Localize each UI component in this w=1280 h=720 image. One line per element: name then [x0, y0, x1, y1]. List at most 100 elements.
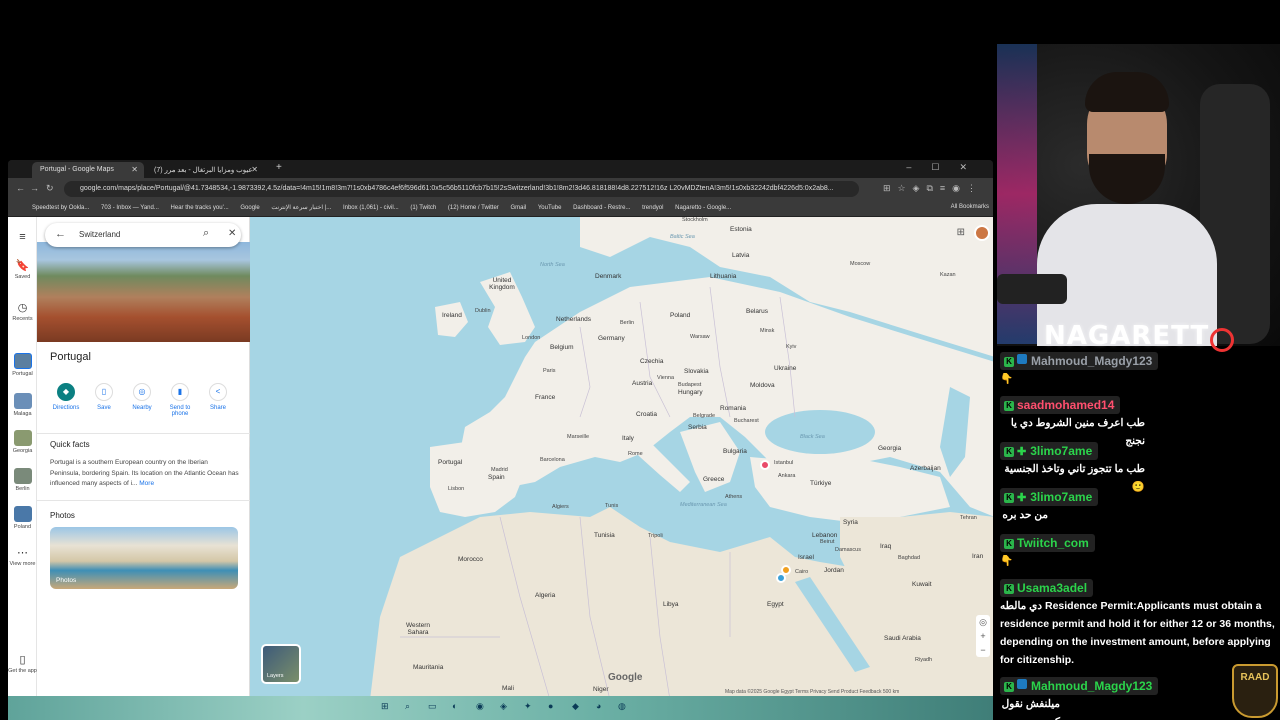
- action-label: Directions: [52, 405, 80, 411]
- menu-button[interactable]: ≡: [8, 231, 37, 245]
- place-thumb: [13, 506, 32, 522]
- app-icon[interactable]: ◈: [500, 701, 507, 712]
- rail-poland[interactable]: Poland: [8, 506, 37, 530]
- saved-place-pin[interactable]: [760, 460, 770, 470]
- rail-saved[interactable]: 🔖 Saved: [8, 259, 37, 280]
- saved-place-pin[interactable]: [776, 573, 786, 583]
- tab-google-maps[interactable]: Portugal - Google Maps ✕: [32, 162, 144, 178]
- map-label-country: Denmark: [595, 273, 622, 280]
- zoom-controls[interactable]: ◎ + −: [976, 615, 990, 657]
- more-link[interactable]: More: [139, 480, 154, 487]
- map-canvas[interactable]: Estonia Latvia Lithuania Denmark United …: [250, 217, 993, 700]
- map-label-country: France: [535, 394, 556, 401]
- search-input[interactable]: Switzerland: [79, 230, 120, 239]
- map-label-city: Kyiv: [786, 344, 797, 350]
- kick-badge-icon: K: [1004, 539, 1014, 549]
- reload-icon[interactable]: ↻: [46, 183, 54, 194]
- close-icon[interactable]: ✕: [228, 228, 236, 239]
- rail-label: Saved: [14, 274, 31, 280]
- chrome-icon[interactable]: ◉: [476, 701, 484, 712]
- map-label-country: Ireland: [442, 312, 462, 319]
- chat-username: K Twiitch_com: [1000, 534, 1095, 552]
- forward-icon[interactable]: →: [30, 183, 39, 193]
- place-hero-image[interactable]: [37, 242, 250, 342]
- bookmark-item[interactable]: Speedtest by Ookla...: [32, 205, 89, 211]
- close-tab-icon[interactable]: ✕: [131, 165, 138, 174]
- apps-grid-icon[interactable]: ⊞: [957, 227, 965, 238]
- rail-portugal[interactable]: Portugal: [8, 353, 37, 377]
- chat-username: K Mahmoud_Magdy123: [1000, 677, 1159, 695]
- map-label-country: Tunisia: [594, 532, 615, 539]
- bookmark-item[interactable]: YouTube: [538, 205, 562, 211]
- bookmark-item[interactable]: Inbox (1,061) - civil...: [343, 205, 399, 211]
- tab-youtube[interactable]: (7) عيوب ومزايا البرتغال - بعد مرر ✕: [146, 162, 264, 178]
- rail-recents[interactable]: ◷ Recents: [8, 301, 37, 322]
- back-icon[interactable]: ←: [16, 183, 25, 193]
- new-tab-icon[interactable]: +: [276, 162, 282, 173]
- username-text: Mahmoud_Magdy123: [1031, 354, 1153, 368]
- my-location-icon[interactable]: ◎: [979, 617, 987, 627]
- account-avatar[interactable]: [974, 225, 990, 241]
- bookmark-item[interactable]: Hear the tracks you'...: [171, 205, 229, 211]
- bookmark-item[interactable]: trendyol: [642, 205, 663, 211]
- rail-view-more[interactable]: ⋯ View more: [8, 546, 37, 567]
- layers-button[interactable]: Layers: [261, 644, 301, 684]
- map-label-country: Egypt: [767, 601, 784, 608]
- chat-username: K ✚ 3limo7ame: [1000, 488, 1099, 506]
- sub-badge-icon: [1017, 679, 1027, 689]
- search-icon[interactable]: ⌕: [405, 701, 410, 712]
- bookmark-item[interactable]: (1) Twitch: [410, 205, 436, 211]
- send-to-phone-button[interactable]: ▮ Send to phone: [161, 383, 199, 417]
- all-bookmarks[interactable]: All Bookmarks: [951, 204, 989, 210]
- close-tab-icon[interactable]: ✕: [251, 165, 258, 174]
- zoom-in-icon[interactable]: +: [980, 631, 985, 641]
- rail-label: Malaga: [13, 411, 32, 417]
- map-label-country: Türkiye: [810, 480, 832, 487]
- google-logo: Google: [608, 672, 643, 683]
- rail-malaga[interactable]: Malaga: [8, 393, 37, 417]
- rail-berlin[interactable]: Berlin: [8, 468, 37, 492]
- map-label-sea: North Sea: [540, 262, 565, 268]
- bookmark-item[interactable]: Nagaretto - Google...: [675, 205, 731, 211]
- search-box[interactable]: ← Switzerland ⌕ ✕: [45, 223, 241, 247]
- app-icon[interactable]: ◆: [572, 701, 579, 712]
- kick-badge-icon: K: [1004, 401, 1014, 411]
- app-icon[interactable]: ✦: [524, 701, 532, 712]
- sub-badge-icon: [1017, 354, 1027, 364]
- search-icon[interactable]: ⌕: [203, 227, 209, 240]
- bookmark-item[interactable]: اختبار سرعة الإنترنت |...: [271, 204, 331, 211]
- bookmark-item[interactable]: (12) Home / Twitter: [448, 205, 499, 211]
- edge-icon[interactable]: ◐: [452, 701, 457, 711]
- nearby-button[interactable]: ◎ Nearby: [123, 383, 161, 411]
- rail-label: View more: [9, 561, 36, 567]
- spotify-icon[interactable]: ◍: [618, 701, 626, 712]
- start-icon[interactable]: ⊞: [381, 701, 389, 712]
- folder-icon[interactable]: ▭: [428, 701, 437, 712]
- bookmark-item[interactable]: Dashboard - Restre...: [573, 205, 630, 211]
- photos-thumbnail[interactable]: Photos: [50, 527, 238, 589]
- bookmark-item[interactable]: 703 - Inbox — Yand...: [101, 205, 159, 211]
- bookmark-item[interactable]: Google: [240, 205, 259, 211]
- zoom-out-icon[interactable]: −: [980, 645, 985, 655]
- map-label-country: Estonia: [730, 226, 752, 233]
- app-icon[interactable]: ●: [548, 701, 553, 711]
- username-text: Usama3adel: [1017, 581, 1088, 595]
- save-button[interactable]: ▯ Save: [85, 383, 123, 411]
- discord-icon[interactable]: ◕: [596, 701, 601, 711]
- rail-georgia[interactable]: Georgia: [8, 430, 37, 454]
- toolbar-icons[interactable]: ⊞☆◈⧉≡◉⋮: [883, 183, 983, 194]
- map-label-city: Rome: [628, 451, 643, 457]
- map-label-country: Netherlands: [556, 316, 592, 323]
- directions-button[interactable]: ◆ Directions: [47, 383, 85, 411]
- url-field[interactable]: google.com/maps/place/Portugal/@41.73485…: [64, 181, 859, 197]
- map-label-sea: Black Sea: [800, 434, 825, 440]
- map-label-city: London: [522, 335, 541, 341]
- bookmark-item[interactable]: Gmail: [510, 205, 526, 211]
- share-button[interactable]: < Share: [199, 383, 237, 411]
- rail-get-app[interactable]: ▯ Get the app: [8, 653, 37, 674]
- back-arrow-icon[interactable]: ←: [55, 228, 66, 240]
- map-label-country: Croatia: [636, 411, 657, 418]
- map-label-city: Paris: [543, 368, 556, 374]
- chat-message: K Usama3adel دي مالطه Residence Permit:Ap…: [1000, 579, 1276, 669]
- window-controls[interactable]: –☐✕: [906, 162, 987, 173]
